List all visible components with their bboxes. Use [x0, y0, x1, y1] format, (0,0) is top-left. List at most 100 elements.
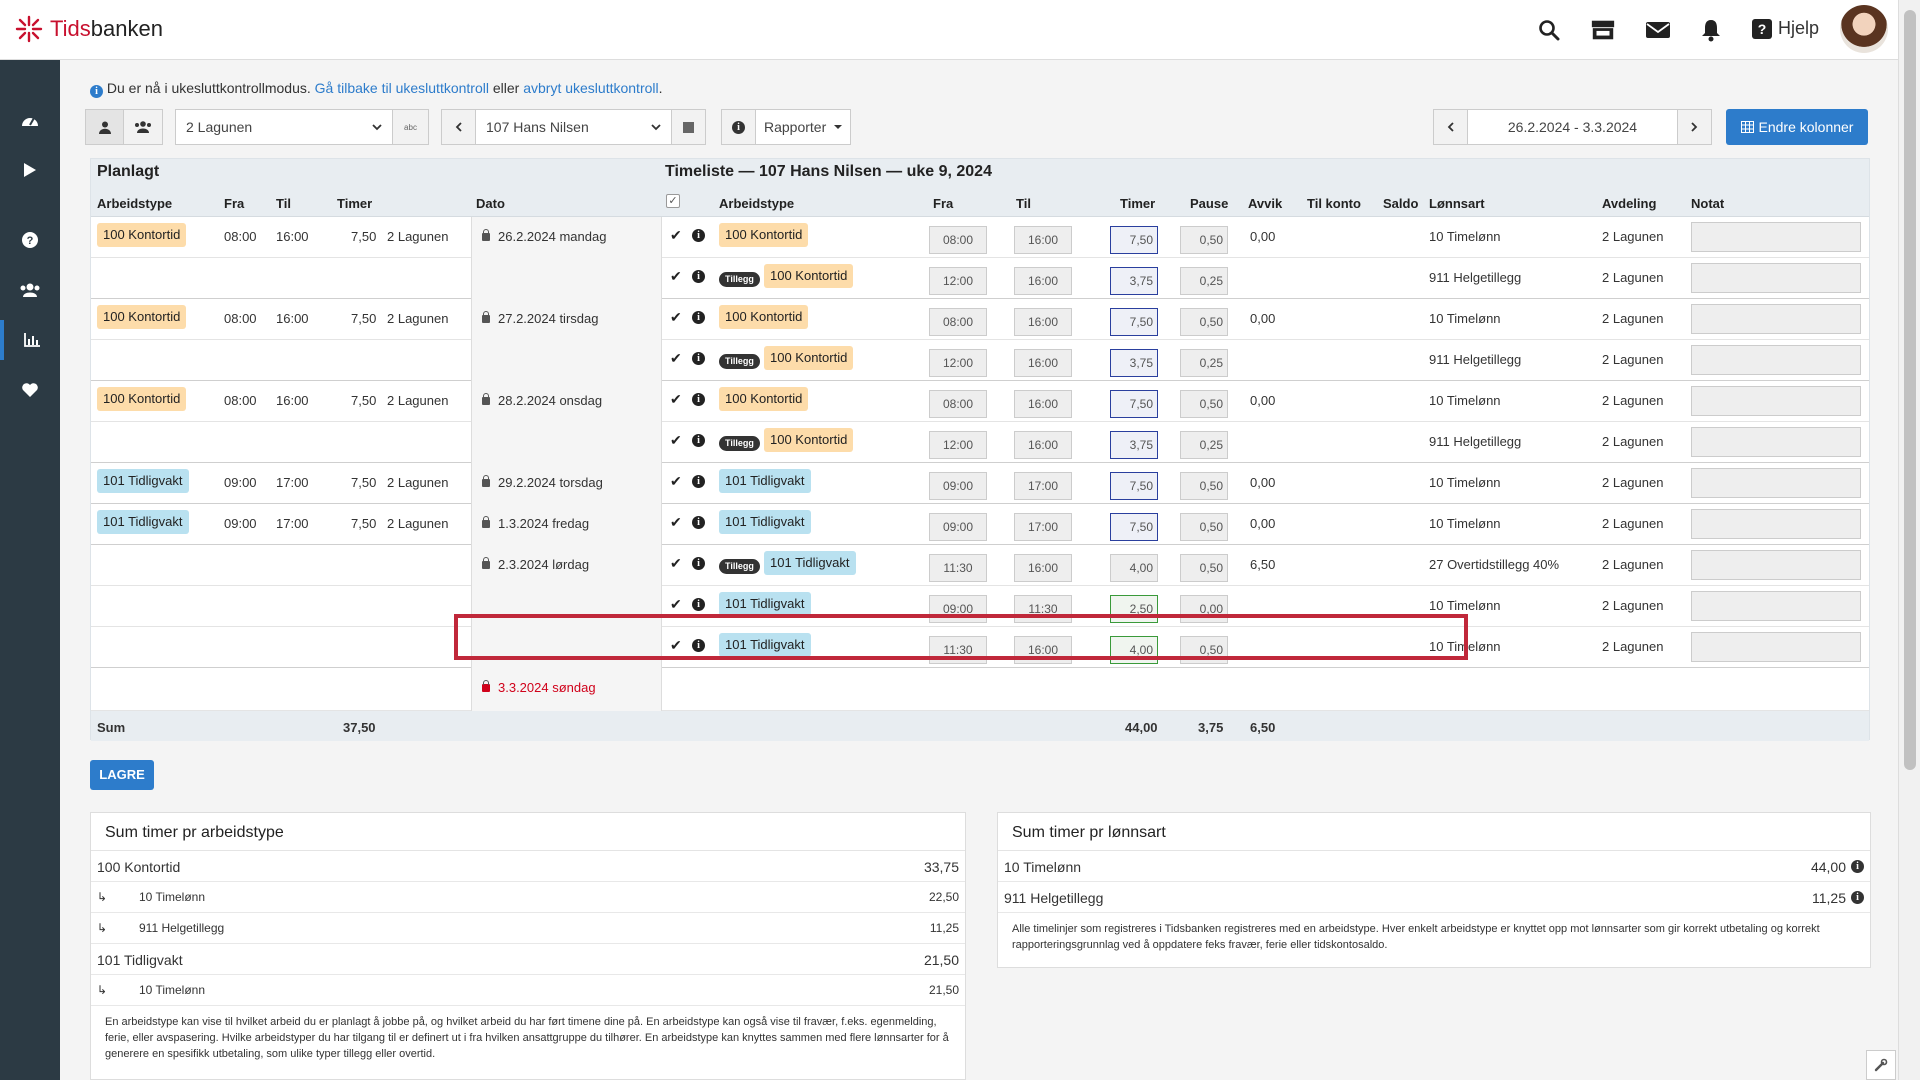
hours-input[interactable]: 7,50 [1110, 472, 1158, 500]
help-link[interactable]: ? Hjelp [1752, 18, 1819, 39]
info-icon[interactable]: i [1851, 891, 1864, 904]
select-all-checkbox[interactable]: ✓ [666, 194, 680, 208]
scrollbar[interactable] [1898, 0, 1920, 1080]
save-button[interactable]: LAGRE [90, 760, 154, 790]
heart-icon[interactable] [0, 370, 60, 410]
from-input[interactable]: 09:00 [929, 472, 987, 500]
prev-employee-button[interactable] [442, 110, 476, 144]
pause-input[interactable]: 0,50 [1180, 226, 1228, 254]
to-input[interactable]: 16:00 [1014, 349, 1072, 377]
store-icon[interactable] [1590, 17, 1616, 43]
dashboard-icon[interactable] [0, 100, 60, 140]
to-input[interactable]: 16:00 [1014, 267, 1072, 295]
info-icon[interactable]: i [692, 475, 705, 488]
users-icon[interactable] [0, 270, 60, 310]
hours-input[interactable]: 7,50 [1110, 513, 1158, 541]
info-icon[interactable]: i [692, 352, 705, 365]
prev-period-button[interactable] [1434, 110, 1468, 144]
info-icon[interactable]: i [692, 434, 705, 447]
back-to-weekly-check-link[interactable]: Gå tilbake til ukesluttkontroll [315, 80, 489, 96]
to-input[interactable]: 16:00 [1014, 431, 1072, 459]
help-icon[interactable]: ? [0, 220, 60, 260]
hours-input[interactable]: 3,75 [1110, 349, 1158, 377]
search-icon[interactable] [1536, 17, 1562, 43]
info-icon[interactable]: i [692, 229, 705, 242]
info-icon[interactable]: i [692, 557, 705, 570]
to-input[interactable]: 17:00 [1014, 472, 1072, 500]
from-input[interactable]: 08:00 [929, 226, 987, 254]
wrench-button[interactable] [1866, 1050, 1896, 1080]
to-input[interactable]: 16:00 [1014, 390, 1072, 418]
from-input[interactable]: 12:00 [929, 431, 987, 459]
reports-dropdown[interactable]: Rapporter [756, 110, 850, 144]
hours-input[interactable]: 7,50 [1110, 308, 1158, 336]
approve-check-icon[interactable]: ✔ [670, 514, 682, 531]
pause-input[interactable]: 0,25 [1180, 267, 1228, 295]
approve-check-icon[interactable]: ✔ [670, 391, 682, 408]
edit-columns-button[interactable]: Endre kolonner [1726, 109, 1868, 145]
hours-input[interactable]: 3,75 [1110, 267, 1158, 295]
from-input[interactable]: 12:00 [929, 267, 987, 295]
info-icon[interactable]: i [1851, 860, 1864, 873]
period-input[interactable]: 26.2.2024 - 3.3.2024 [1468, 110, 1677, 144]
hours-input[interactable]: 3,75 [1110, 431, 1158, 459]
approve-check-icon[interactable]: ✔ [670, 473, 682, 490]
approve-check-icon[interactable]: ✔ [670, 309, 682, 326]
to-input[interactable]: 16:00 [1014, 226, 1072, 254]
stop-button[interactable] [671, 110, 705, 144]
from-input[interactable]: 08:00 [929, 390, 987, 418]
pause-input[interactable]: 0,50 [1180, 554, 1228, 582]
play-icon[interactable] [0, 150, 60, 190]
next-period-button[interactable] [1677, 110, 1711, 144]
note-input[interactable] [1691, 386, 1861, 416]
avatar[interactable] [1840, 5, 1888, 53]
group-button[interactable] [124, 110, 162, 144]
note-input[interactable] [1691, 468, 1861, 498]
info-icon[interactable]: i [692, 393, 705, 406]
from-input[interactable]: 08:00 [929, 308, 987, 336]
employee-select[interactable]: 107 Hans Nilsen [476, 110, 671, 144]
info-icon[interactable]: i [692, 311, 705, 324]
to-input[interactable]: 16:00 [1014, 554, 1072, 582]
hours-input[interactable]: 7,50 [1110, 390, 1158, 418]
department-select[interactable]: 2 Lagunen [176, 110, 392, 144]
note-input[interactable] [1691, 591, 1861, 621]
note-input[interactable] [1691, 222, 1861, 252]
approve-check-icon[interactable]: ✔ [670, 350, 682, 367]
scrollbar-thumb[interactable] [1904, 10, 1916, 770]
from-input[interactable]: 09:00 [929, 513, 987, 541]
info-icon[interactable]: i [692, 598, 705, 611]
pause-input[interactable]: 0,25 [1180, 431, 1228, 459]
approve-check-icon[interactable]: ✔ [670, 432, 682, 449]
note-input[interactable] [1691, 427, 1861, 457]
approve-check-icon[interactable]: ✔ [670, 268, 682, 285]
logo[interactable]: Tidsbanken [14, 14, 163, 44]
approve-check-icon[interactable]: ✔ [670, 555, 682, 572]
chart-icon[interactable] [0, 320, 60, 360]
from-input[interactable]: 12:00 [929, 349, 987, 377]
hours-input[interactable]: 4,00 [1110, 554, 1158, 582]
note-input[interactable] [1691, 263, 1861, 293]
bell-icon[interactable] [1698, 17, 1724, 43]
to-input[interactable]: 17:00 [1014, 513, 1072, 541]
note-input[interactable] [1691, 345, 1861, 375]
pause-input[interactable]: 0,50 [1180, 390, 1228, 418]
pause-input[interactable]: 0,25 [1180, 349, 1228, 377]
mail-icon[interactable] [1645, 17, 1671, 43]
to-input[interactable]: 16:00 [1014, 308, 1072, 336]
hours-input[interactable]: 7,50 [1110, 226, 1158, 254]
info-icon[interactable]: i [692, 270, 705, 283]
pause-input[interactable]: 0,50 [1180, 308, 1228, 336]
approve-check-icon[interactable]: ✔ [670, 596, 682, 613]
info-button[interactable]: i [722, 110, 756, 144]
note-input[interactable] [1691, 632, 1861, 662]
sort-alpha-button[interactable]: abc [392, 110, 428, 144]
note-input[interactable] [1691, 550, 1861, 580]
pause-input[interactable]: 0,50 [1180, 513, 1228, 541]
single-user-button[interactable] [86, 110, 124, 144]
note-input[interactable] [1691, 304, 1861, 334]
pause-input[interactable]: 0,50 [1180, 472, 1228, 500]
info-icon[interactable]: i [692, 516, 705, 529]
note-input[interactable] [1691, 509, 1861, 539]
approve-check-icon[interactable]: ✔ [670, 227, 682, 244]
